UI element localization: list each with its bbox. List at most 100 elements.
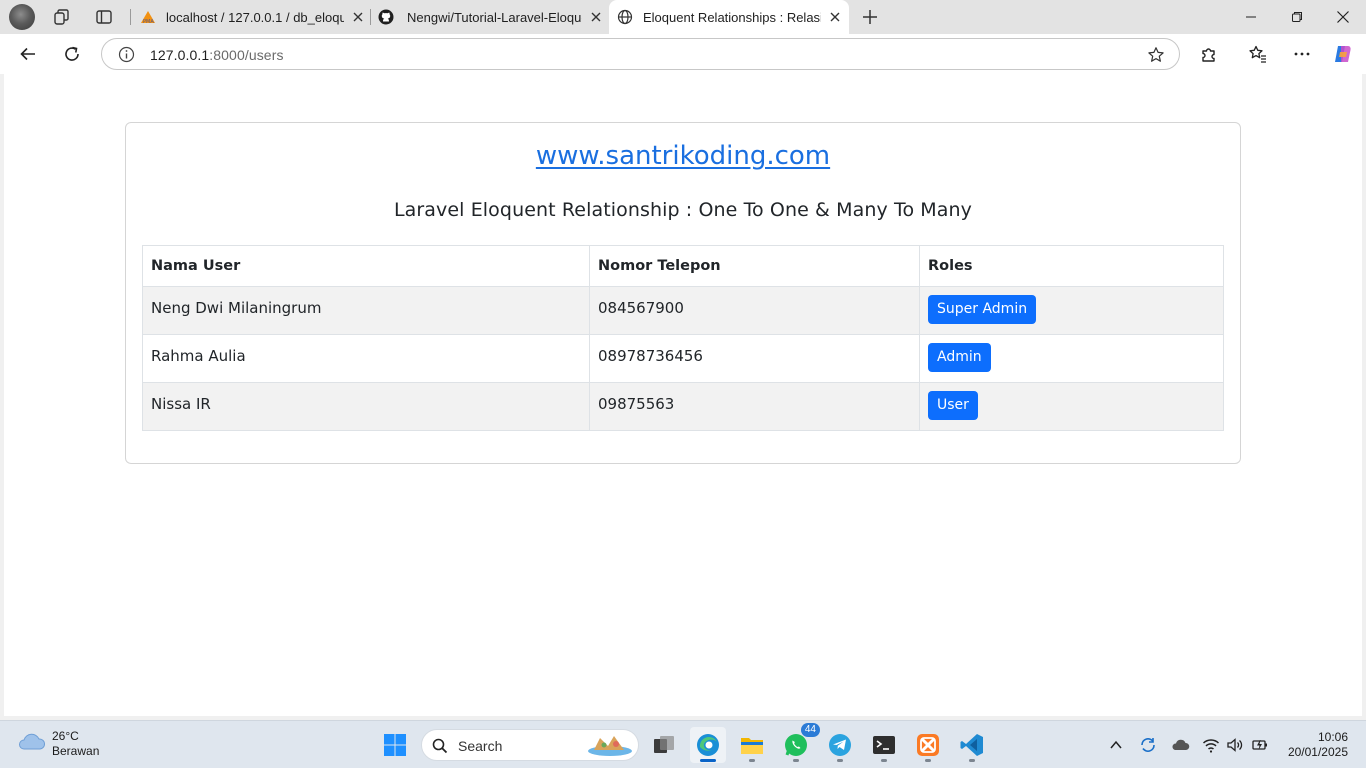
- search-label: Search: [458, 738, 503, 754]
- vscode-icon: [960, 734, 983, 756]
- tab-title: localhost / 127.0.0.1 / db_eloquent: [166, 9, 344, 25]
- windows-taskbar: 26°C Berawan Search 44 10:06 20/01/2025: [0, 720, 1366, 768]
- taskbar-edge[interactable]: [690, 727, 726, 763]
- task-view-icon: [654, 736, 674, 753]
- table-header-row: Nama User Nomor Telepon Roles: [142, 245, 1224, 287]
- github-icon: [378, 9, 394, 25]
- back-button[interactable]: [16, 42, 40, 66]
- more-menu-button[interactable]: [1290, 42, 1314, 66]
- table-row: Nissa IR 09875563 User: [142, 382, 1224, 431]
- page-viewport: www.santrikoding.com Laravel Eloquent Re…: [4, 74, 1362, 716]
- phone-cell: 09875563: [589, 382, 920, 431]
- windows-logo-icon: [384, 734, 406, 756]
- wifi-icon[interactable]: [1201, 735, 1221, 755]
- phone-cell: 08978736456: [589, 334, 920, 383]
- column-header-roles: Roles: [919, 245, 1224, 287]
- puzzle-icon: [1202, 48, 1215, 62]
- copilot-icon: [1335, 46, 1351, 62]
- reload-icon: [65, 46, 79, 61]
- taskbar-file-explorer[interactable]: [734, 727, 770, 763]
- roles-cell: Super Admin: [919, 286, 1224, 335]
- site-link[interactable]: www.santrikoding.com: [126, 141, 1240, 171]
- taskbar-search[interactable]: Search: [421, 729, 639, 761]
- user-name-cell: Rahma Aulia: [142, 334, 590, 383]
- taskbar-terminal[interactable]: [866, 727, 902, 763]
- clock-time: 10:06: [1317, 730, 1348, 744]
- close-tab-icon[interactable]: [350, 9, 366, 25]
- user-name-cell: Neng Dwi Milaningrum: [142, 286, 590, 335]
- content-card: www.santrikoding.com Laravel Eloquent Re…: [125, 122, 1241, 464]
- role-badge-button[interactable]: User: [928, 391, 978, 420]
- close-icon: [1337, 11, 1349, 23]
- workspaces-icon[interactable]: [52, 7, 72, 27]
- tab-eloquent-relationships[interactable]: Eloquent Relationships : Relasi One: [609, 0, 849, 34]
- cloud-weather-icon: [19, 733, 46, 750]
- search-icon: [432, 738, 448, 754]
- copilot-button[interactable]: [1331, 42, 1355, 66]
- roles-cell: User: [919, 382, 1224, 431]
- vertical-tabs-icon[interactable]: [94, 7, 114, 27]
- extensions-button[interactable]: [1197, 42, 1221, 66]
- column-header-name: Nama User: [142, 245, 590, 287]
- close-tab-icon[interactable]: [588, 9, 604, 25]
- column-header-phone: Nomor Telepon: [589, 245, 920, 287]
- role-badge-button[interactable]: Super Admin: [928, 295, 1037, 324]
- site-info-icon[interactable]: [118, 46, 135, 63]
- new-tab-icon[interactable]: [860, 7, 880, 27]
- tab-separator: [370, 9, 371, 25]
- close-window-button[interactable]: [1320, 0, 1366, 34]
- minimize-button[interactable]: [1228, 0, 1274, 34]
- terminal-icon: [873, 736, 895, 754]
- telegram-icon: [829, 734, 851, 756]
- table-row: Neng Dwi Milaningrum 084567900 Super Adm…: [142, 286, 1224, 335]
- phpmyadmin-icon: PMA: [140, 9, 156, 25]
- ellipsis-icon: [1294, 52, 1310, 56]
- xampp-icon: [917, 734, 939, 756]
- weather-temperature: 26°C: [52, 729, 79, 743]
- weather-condition: Berawan: [52, 744, 100, 758]
- sync-icon[interactable]: [1138, 735, 1158, 755]
- url-path: :8000/users: [209, 47, 284, 63]
- folder-icon: [741, 738, 763, 754]
- restore-icon: [1292, 12, 1302, 22]
- start-button[interactable]: [377, 727, 413, 763]
- svg-text:PMA: PMA: [143, 19, 154, 25]
- taskbar-xampp[interactable]: [910, 727, 946, 763]
- favorites-button[interactable]: [1246, 42, 1270, 66]
- close-tab-icon[interactable]: [827, 9, 843, 25]
- system-clock[interactable]: 10:06 20/01/2025: [1288, 730, 1348, 760]
- edge-icon: [697, 734, 719, 756]
- user-name-cell: Nissa IR: [142, 382, 590, 431]
- show-hidden-icons-chevron-up-icon[interactable]: [1106, 735, 1126, 755]
- tab-separator: [130, 9, 131, 25]
- page-title: Laravel Eloquent Relationship : One To O…: [393, 199, 973, 221]
- minimize-icon: [1246, 16, 1256, 18]
- browser-toolbar: 127.0.0.1:8000/users: [0, 34, 1366, 74]
- restore-button[interactable]: [1274, 0, 1320, 34]
- back-arrow-icon: [20, 47, 35, 61]
- reload-button[interactable]: [60, 42, 84, 66]
- address-bar[interactable]: 127.0.0.1:8000/users: [101, 38, 1180, 70]
- table-row: Rahma Aulia 08978736456 Admin: [142, 334, 1224, 383]
- weather-widget[interactable]: 26°C Berawan: [16, 729, 99, 759]
- taskbar-telegram[interactable]: [822, 727, 858, 763]
- tab-title: Eloquent Relationships : Relasi One: [643, 9, 821, 25]
- profile-avatar[interactable]: [9, 4, 35, 30]
- task-view-button[interactable]: [646, 727, 682, 763]
- battery-charging-icon[interactable]: [1250, 735, 1270, 755]
- phone-cell: 084567900: [589, 286, 920, 335]
- favorites-list-icon: [1249, 45, 1266, 63]
- url-text: 127.0.0.1:8000/users: [150, 47, 284, 63]
- users-table: Nama User Nomor Telepon Roles Neng Dwi M…: [142, 245, 1224, 431]
- favorite-star-icon[interactable]: [1147, 46, 1165, 64]
- role-badge-button[interactable]: Admin: [928, 343, 991, 372]
- globe-icon: [617, 9, 633, 25]
- tab-github[interactable]: Nengwi/Tutorial-Laravel-Eloquent: [376, 0, 604, 34]
- taskbar-whatsapp[interactable]: 44: [778, 723, 820, 763]
- volume-icon[interactable]: [1225, 735, 1245, 755]
- notification-badge: 44: [800, 723, 820, 737]
- browser-tab-strip: PMA localhost / 127.0.0.1 / db_eloquent …: [0, 0, 1366, 34]
- tab-phpmyadmin[interactable]: PMA localhost / 127.0.0.1 / db_eloquent: [138, 0, 366, 34]
- taskbar-vscode[interactable]: [954, 727, 990, 763]
- onedrive-cloud-icon[interactable]: [1170, 735, 1190, 755]
